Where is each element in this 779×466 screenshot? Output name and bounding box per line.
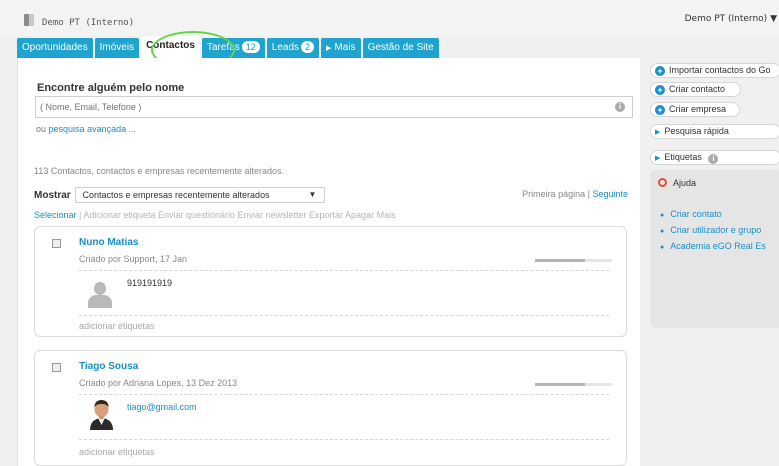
- contact-name-link[interactable]: Nuno Matias: [79, 237, 138, 248]
- tab-oportunidades[interactable]: Oportunidades: [17, 38, 93, 58]
- chevron-down-icon: ▼: [770, 14, 777, 24]
- pager: Primeira página | Seguinte: [522, 189, 628, 199]
- contact-meta: Criado por Adriana Lopes, 13 Dez 2013: [79, 378, 238, 388]
- lifebuoy-icon: [658, 178, 667, 187]
- contact-phone: 919191919: [127, 278, 173, 288]
- contact-checkbox[interactable]: [52, 239, 61, 248]
- contact-card: Nuno Matias Criado por Support, 17 Jan 9…: [34, 226, 627, 337]
- create-company-button[interactable]: + Criar empresa: [650, 102, 740, 117]
- right-sidebar: + Importar contactos do Go + Criar contact…: [648, 58, 779, 466]
- actions-separator: |: [79, 210, 82, 220]
- count-badge: 2: [301, 41, 315, 53]
- top-bar: Demo PT (Interno) Demo PT (Interno) ▼: [0, 0, 779, 36]
- triangle-right-icon: ▶: [326, 45, 332, 52]
- show-select[interactable]: Contactos e empresas recentemente altera…: [75, 187, 326, 203]
- search-input[interactable]: [36, 97, 596, 117]
- progress-bar: [535, 259, 612, 262]
- or-text: ou: [36, 124, 47, 134]
- tab-label: Mais: [334, 42, 356, 53]
- main-panel: Encontre alguém pelo nome i ou pesquisa …: [17, 58, 640, 466]
- contact-checkbox[interactable]: [52, 363, 61, 372]
- divider: [79, 315, 609, 316]
- disabled-actions: Adicionar etiqueta Enviar questionário E…: [83, 210, 396, 220]
- divider: [79, 439, 609, 440]
- plus-icon: +: [655, 66, 665, 76]
- progress-bar: [535, 383, 612, 386]
- pager-first: Primeira página: [522, 189, 586, 199]
- count-badge: 12: [241, 41, 260, 53]
- import-contacts-label: Importar contactos do Go: [669, 65, 771, 75]
- search-box: i: [35, 96, 633, 118]
- quick-search-toggle[interactable]: ▶ Pesquisa rápida: [650, 124, 779, 139]
- bullet-icon: ●: [660, 244, 665, 251]
- help-link[interactable]: ● Criar utilizador e grupo: [660, 225, 761, 235]
- bullet-icon: ●: [660, 212, 665, 219]
- bullet-icon: ●: [660, 228, 665, 235]
- contact-name-link[interactable]: Tiago Sousa: [79, 361, 138, 372]
- tab-label: Oportunidades: [22, 42, 88, 53]
- create-contact-button[interactable]: + Criar contacto: [650, 82, 741, 97]
- import-contacts-button[interactable]: + Importar contactos do Go: [650, 63, 779, 78]
- contact-meta: Criado por Support, 17 Jan: [79, 254, 188, 264]
- tab-imoveis[interactable]: Imóveis: [94, 38, 140, 58]
- select-link[interactable]: Selecionar: [34, 210, 77, 220]
- account-select-label: Demo PT (Interno): [684, 14, 768, 24]
- triangle-right-icon: ▶: [655, 129, 661, 136]
- help-link[interactable]: ● Criar contato: [660, 209, 722, 219]
- tags-label: Etiquetas: [664, 152, 702, 162]
- info-icon[interactable]: i: [708, 154, 719, 164]
- help-title: Ajuda: [658, 178, 696, 188]
- show-label: Mostrar: [34, 190, 71, 201]
- progress-bar-fill: [535, 383, 586, 386]
- info-icon[interactable]: i: [615, 102, 625, 112]
- add-tags-link[interactable]: adicionar etiquetas: [79, 321, 155, 331]
- tags-toggle[interactable]: ▶ Etiquetas i: [650, 150, 779, 165]
- show-filter-row: Mostrar Contactos e empresas recentement…: [34, 187, 326, 203]
- tab-mais[interactable]: ▶ Mais: [321, 38, 361, 58]
- divider: [79, 270, 609, 271]
- help-link-label: Criar utilizador e grupo: [670, 225, 762, 235]
- pager-next-link[interactable]: Seguinte: [592, 189, 628, 199]
- tab-leads[interactable]: Leads 2: [266, 38, 320, 58]
- tab-label: Leads: [271, 42, 300, 53]
- tab-gestao-de-site[interactable]: Gestão de Site: [362, 38, 439, 58]
- create-contact-label: Criar contacto: [669, 84, 726, 94]
- tab-label: Gestão de Site: [367, 42, 434, 53]
- show-select-value: Contactos e empresas recentemente altera…: [82, 190, 270, 200]
- contact-photo: [88, 397, 115, 430]
- contact-email-link[interactable]: tiago@gmail.com: [127, 402, 197, 412]
- chevron-down-icon: ▼: [308, 190, 317, 199]
- help-link-label: Criar contato: [670, 209, 722, 219]
- help-box: Ajuda ● Criar contato ● Criar utilizador e…: [650, 170, 779, 328]
- tab-label: Imóveis: [99, 42, 135, 53]
- user-placeholder-icon: [88, 282, 112, 308]
- account-select[interactable]: Demo PT (Interno) ▼: [685, 14, 777, 24]
- results-count: 113 Contactos, contactos e empresas rece…: [34, 166, 284, 176]
- help-link-label: Academia eGO Real Es: [670, 241, 766, 251]
- triangle-right-icon: ▶: [655, 155, 661, 162]
- help-link[interactable]: ● Academia eGO Real Es: [660, 241, 766, 251]
- find-title: Encontre alguém pelo nome: [37, 82, 185, 94]
- plus-icon: +: [655, 85, 665, 95]
- divider: [79, 394, 609, 395]
- bulk-actions: Selecionar | Adicionar etiqueta Enviar q…: [34, 210, 396, 220]
- pager-separator: |: [587, 189, 590, 199]
- plus-icon: +: [655, 105, 665, 115]
- advanced-search-link[interactable]: pesquisa avançada ...: [49, 124, 137, 134]
- help-title-label: Ajuda: [673, 178, 697, 188]
- create-company-label: Criar empresa: [669, 104, 727, 114]
- add-tags-link[interactable]: adicionar etiquetas: [79, 447, 155, 457]
- quick-search-label: Pesquisa rápida: [664, 126, 729, 136]
- app-logo-icon: [24, 14, 34, 26]
- progress-bar-fill: [535, 259, 586, 262]
- advanced-search-line: ou pesquisa avançada ...: [36, 124, 136, 134]
- contact-card: Tiago Sousa Criado por Adriana Lopes, 13…: [34, 350, 627, 466]
- app-title: Demo PT (Interno): [42, 18, 135, 28]
